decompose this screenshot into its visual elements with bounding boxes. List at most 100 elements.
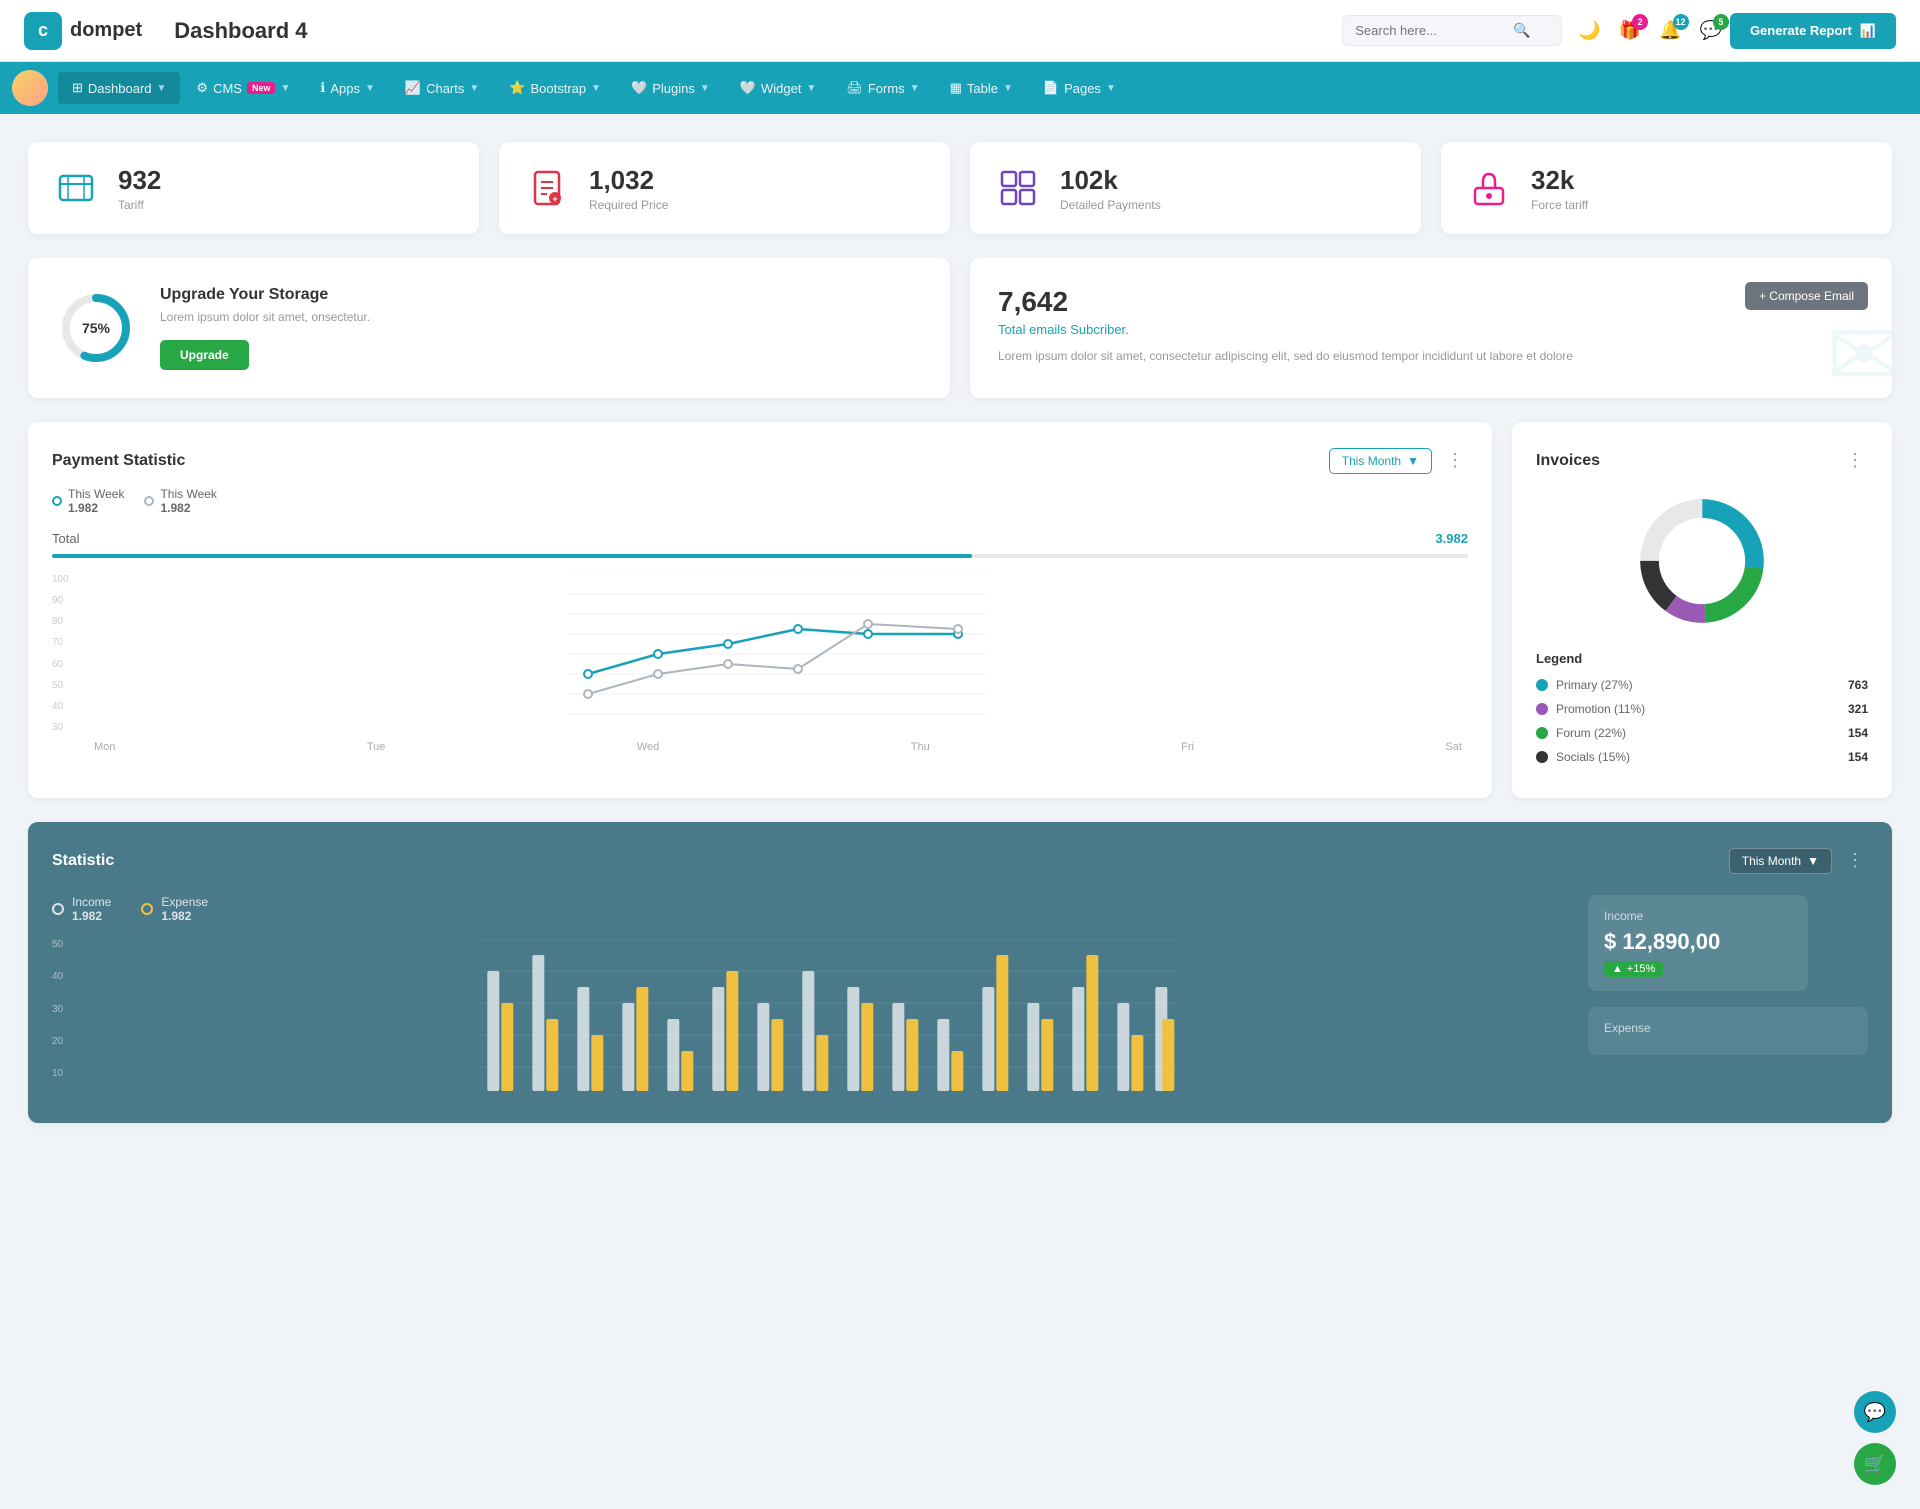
- statistic-this-month-button[interactable]: This Month ▼: [1729, 848, 1832, 874]
- legend-row-socials: Socials (15%) 154: [1536, 750, 1868, 764]
- payment-more-button[interactable]: ⋮: [1442, 446, 1468, 475]
- y-label-90: 90: [52, 595, 80, 606]
- line-chart-svg: [88, 574, 1468, 734]
- income-legend-label: Income: [72, 895, 111, 909]
- required-price-icon: +: [523, 164, 571, 212]
- nav-item-forms[interactable]: 🖨 Forms ▼: [832, 72, 933, 104]
- charts-icon: 📈: [405, 80, 421, 96]
- dashboard-icon: ⊞: [72, 80, 83, 96]
- moon-btn[interactable]: 🌙: [1578, 20, 1600, 41]
- socials-label: Socials (15%): [1556, 750, 1848, 764]
- bell-btn[interactable]: 🔔 12: [1659, 20, 1681, 41]
- email-bg-icon: ✉: [1827, 303, 1892, 398]
- bar-y-10: 10: [52, 1068, 79, 1079]
- force-tariff-icon: [1465, 164, 1513, 212]
- storage-percent: 75%: [82, 320, 110, 336]
- expense-legend: Expense 1.982: [141, 895, 208, 923]
- statistic-month-label: This Month: [1742, 854, 1801, 868]
- x-label-fri: Fri: [1181, 741, 1194, 753]
- income-badge: ▲ +15%: [1604, 961, 1663, 977]
- fab-buttons: 💬 🛒: [1854, 1391, 1896, 1485]
- widget-icon: 🤍: [740, 80, 756, 96]
- nav-item-bootstrap[interactable]: ⭐ Bootstrap ▼: [495, 72, 615, 104]
- x-label-sat: Sat: [1445, 741, 1462, 753]
- nav-label-plugins: Plugins: [652, 81, 695, 96]
- x-label-thu: Thu: [911, 741, 930, 753]
- income-legend-info: Income 1.982: [72, 895, 111, 923]
- progress-bar: [52, 554, 1468, 558]
- expense-panel-title: Expense: [1604, 1021, 1852, 1035]
- search-bar[interactable]: 🔍: [1342, 15, 1562, 46]
- nav-item-apps[interactable]: ℹ Apps ▼: [306, 72, 389, 104]
- bar-y-30: 30: [52, 1004, 79, 1015]
- legend-this-week-2: This Week 1.982: [144, 487, 216, 515]
- chevron-down-icon-5: ▼: [591, 83, 601, 94]
- y-label-50: 50: [52, 680, 80, 691]
- detailed-payments-label: Detailed Payments: [1060, 198, 1161, 212]
- nav-item-dashboard[interactable]: ⊞ Dashboard ▼: [58, 72, 180, 104]
- user-avatar[interactable]: [12, 70, 48, 106]
- nav-label-cms: CMS: [213, 81, 242, 96]
- statistic-more-button[interactable]: ⋮: [1842, 846, 1868, 875]
- legend-label-1: This Week 1.982: [68, 487, 124, 515]
- force-tariff-label: Force tariff: [1531, 198, 1588, 212]
- gift-btn[interactable]: 🎁 2: [1619, 20, 1641, 41]
- chevron-down-icon-2: ▼: [280, 83, 290, 94]
- generate-report-button[interactable]: Generate Report 📊: [1730, 13, 1896, 49]
- topbar: c dompet Dashboard 4 🔍 🌙 🎁 2 🔔 12 💬 5 Ge…: [0, 0, 1920, 62]
- primary-dot: [1536, 679, 1548, 691]
- x-label-tue: Tue: [367, 741, 386, 753]
- gift-badge: 2: [1632, 14, 1648, 30]
- bar-y-labels: 50 40 30 20 10: [52, 939, 79, 1099]
- topbar-icons: 🌙 🎁 2 🔔 12 💬 5: [1578, 20, 1722, 41]
- primary-label: Primary (27%): [1556, 678, 1848, 692]
- statistic-card: Statistic This Month ▼ ⋮ Income 1.982: [28, 822, 1892, 1123]
- storage-donut: 75%: [56, 288, 136, 368]
- invoices-donut-wrap: [1536, 491, 1868, 631]
- chat-btn[interactable]: 💬 5: [1700, 20, 1722, 41]
- email-subtitle: Total emails Subcriber.: [998, 322, 1864, 337]
- bar-y-20: 20: [52, 1036, 79, 1047]
- nav-item-cms[interactable]: ⚙ CMS New ▼: [182, 72, 304, 104]
- bar-y-50: 50: [52, 939, 79, 950]
- invoices-header: Invoices ⋮: [1536, 446, 1868, 475]
- invoices-donut-svg: [1632, 491, 1772, 631]
- search-input[interactable]: [1355, 23, 1505, 38]
- promotion-label: Promotion (11%): [1556, 702, 1848, 716]
- x-label-mon: Mon: [94, 741, 115, 753]
- y-label-60: 60: [52, 659, 80, 670]
- chevron-down-icon-9: ▼: [1003, 83, 1013, 94]
- chevron-down-icon-4: ▼: [469, 83, 479, 94]
- nav-item-pages[interactable]: 📄 Pages ▼: [1029, 72, 1130, 104]
- main-content: 932 Tariff + 1,032 Required Price 102k D…: [0, 114, 1920, 1143]
- stat-card-force-tariff: 32k Force tariff: [1441, 142, 1892, 234]
- this-month-button[interactable]: This Month ▼: [1329, 448, 1432, 474]
- bell-badge: 12: [1673, 14, 1689, 30]
- support-fab-button[interactable]: 💬: [1854, 1391, 1896, 1433]
- search-icon[interactable]: 🔍: [1513, 22, 1530, 39]
- chevron-down-icon-10: ▼: [1106, 83, 1116, 94]
- stat-card-detailed-payments: 102k Detailed Payments: [970, 142, 1421, 234]
- bar-y-40: 40: [52, 971, 79, 982]
- nav-item-widget[interactable]: 🤍 Widget ▼: [726, 72, 831, 104]
- navbar: ⊞ Dashboard ▼ ⚙ CMS New ▼ ℹ Apps ▼ 📈 Cha…: [0, 62, 1920, 114]
- invoices-more-button[interactable]: ⋮: [1842, 446, 1868, 475]
- nav-item-charts[interactable]: 📈 Charts ▼: [391, 72, 493, 104]
- upgrade-button[interactable]: Upgrade: [160, 340, 249, 370]
- primary-value: 763: [1848, 678, 1868, 692]
- legend-week-val-1: 1.982: [68, 501, 124, 515]
- chat-badge: 5: [1713, 14, 1729, 30]
- progress-fill: [52, 554, 972, 558]
- plugins-icon: 🤍: [631, 80, 647, 96]
- y-label-100: 100: [52, 574, 80, 585]
- total-value: 3.982: [1435, 531, 1468, 546]
- nav-label-charts: Charts: [426, 81, 464, 96]
- cart-fab-button[interactable]: 🛒: [1854, 1443, 1896, 1485]
- forum-label: Forum (22%): [1556, 726, 1848, 740]
- nav-item-table[interactable]: ▦ Table ▼: [936, 72, 1027, 104]
- storage-card: 75% Upgrade Your Storage Lorem ipsum dol…: [28, 258, 950, 398]
- legend-week-label-1: This Week: [68, 487, 124, 501]
- nav-item-plugins[interactable]: 🤍 Plugins ▼: [617, 72, 724, 104]
- legend-title: Legend: [1536, 651, 1868, 666]
- x-axis-labels: Mon Tue Wed Thu Fri Sat: [88, 741, 1468, 753]
